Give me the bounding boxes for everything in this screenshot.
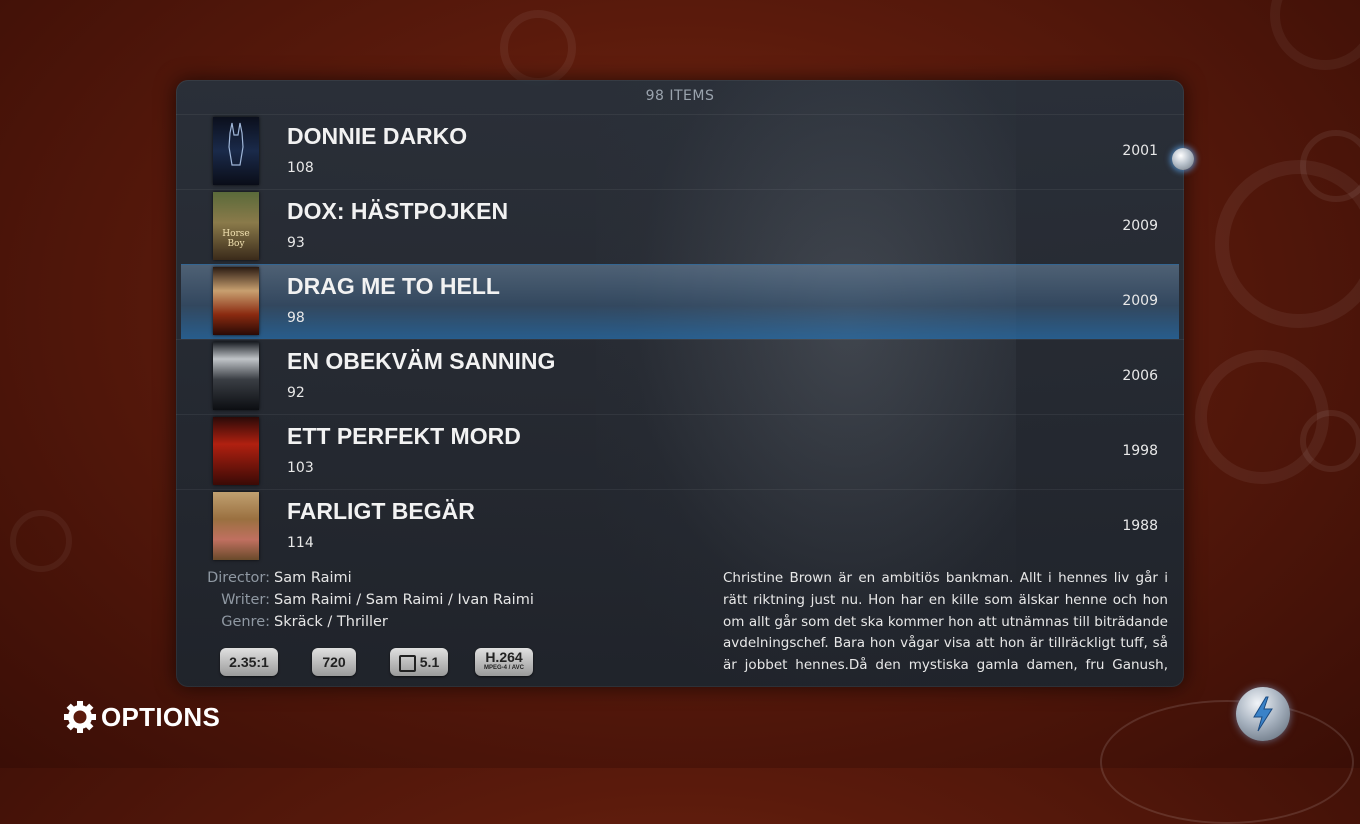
video-codec-label: H.264: [485, 649, 523, 665]
poster-drag-me-to-hell: [213, 267, 259, 335]
writer-label: Writer:: [221, 592, 270, 608]
writer-row: Writer: Sam Raimi / Sam Raimi / Ivan Rai…: [176, 592, 596, 614]
item-runtime: 108: [287, 160, 314, 176]
audio-channels-label: 5.1: [419, 654, 440, 670]
item-year: 1998: [1122, 443, 1158, 459]
item-year: 1988: [1122, 518, 1158, 534]
poster-en-obekvam-sanning: [213, 342, 259, 410]
background-decoration: [500, 10, 576, 86]
writer-value: Sam Raimi / Sam Raimi / Ivan Raimi: [274, 592, 534, 608]
lightning-power-icon: [1253, 696, 1273, 732]
list-item[interactable]: EN OBEKVÄM SANNING 92 2006: [176, 339, 1184, 414]
resolution-badge: 720: [312, 648, 356, 676]
movie-details: Director: Sam Raimi Writer: Sam Raimi / …: [176, 570, 596, 636]
audio-channels-badge: 5.1: [390, 648, 448, 676]
scrollbar-knob[interactable]: [1172, 148, 1194, 170]
item-year: 2009: [1122, 293, 1158, 309]
background-decoration: [1270, 0, 1360, 70]
item-title: DOX: HÄSTPOJKEN: [287, 198, 509, 224]
list-item[interactable]: DONNIE DARKO 108 2001: [176, 114, 1184, 189]
background-decoration: [1100, 700, 1354, 824]
list-item-selected[interactable]: DRAG ME TO HELL 98 2009: [181, 264, 1179, 339]
genre-row: Genre: Skräck / Thriller: [176, 614, 596, 636]
director-label: Director:: [207, 570, 270, 586]
item-runtime: 103: [287, 460, 314, 476]
list-item[interactable]: Horse Boy DOX: HÄSTPOJKEN 93 2009: [176, 189, 1184, 264]
item-title: DRAG ME TO HELL: [287, 273, 500, 299]
item-runtime: 92: [287, 385, 305, 401]
options-label: OPTIONS: [101, 701, 221, 732]
item-year: 2006: [1122, 368, 1158, 384]
item-runtime: 114: [287, 535, 314, 551]
video-codec-badge: H.264 MPEG-4 / AVC: [475, 648, 533, 676]
plot-summary: Christine Brown är en ambitiös bankman. …: [723, 570, 1168, 674]
poster-dox-hastpojken: Horse Boy: [213, 192, 259, 260]
power-button[interactable]: [1236, 687, 1290, 741]
aspect-ratio-badge: 2.35:1: [220, 648, 278, 676]
list-item[interactable]: FARLIGT BEGÄR 114 1988: [176, 489, 1184, 564]
item-runtime: 93: [287, 235, 305, 251]
video-codec-sublabel: MPEG-4 / AVC: [483, 665, 524, 671]
background-decoration: [1195, 350, 1329, 484]
item-title: DONNIE DARKO: [287, 123, 468, 149]
poster-ett-perfekt-mord: [213, 417, 259, 485]
background-decoration: [1300, 410, 1360, 472]
genre-value: Skräck / Thriller: [274, 614, 388, 630]
item-title: ETT PERFEKT MORD: [287, 423, 521, 449]
item-title: EN OBEKVÄM SANNING: [287, 348, 556, 374]
options-button[interactable]: OPTIONS: [63, 700, 220, 734]
gear-icon: [64, 701, 96, 733]
director-row: Director: Sam Raimi: [176, 570, 596, 592]
svg-text:Horse: Horse: [222, 229, 250, 239]
poster-donnie-darko: [213, 117, 259, 185]
speaker-layout-icon: [398, 654, 416, 672]
item-runtime: 98: [287, 310, 305, 326]
poster-farligt-begar: [213, 492, 259, 560]
item-count: 98 ITEMS: [645, 88, 715, 104]
director-value: Sam Raimi: [274, 570, 352, 586]
svg-text:Boy: Boy: [227, 239, 245, 249]
list-item[interactable]: ETT PERFEKT MORD 103 1998: [176, 414, 1184, 489]
background-decoration: [10, 510, 72, 572]
movie-list[interactable]: DONNIE DARKO 108 2001 Horse Boy DOX: HÄST…: [176, 114, 1184, 564]
item-year: 2001: [1122, 143, 1158, 159]
item-year: 2009: [1122, 218, 1158, 234]
genre-label: Genre:: [221, 614, 270, 630]
media-list-panel: 98 ITEMS DONNIE DARKO 108 2001 Horse Boy …: [176, 80, 1184, 687]
item-title: FARLIGT BEGÄR: [287, 498, 475, 524]
